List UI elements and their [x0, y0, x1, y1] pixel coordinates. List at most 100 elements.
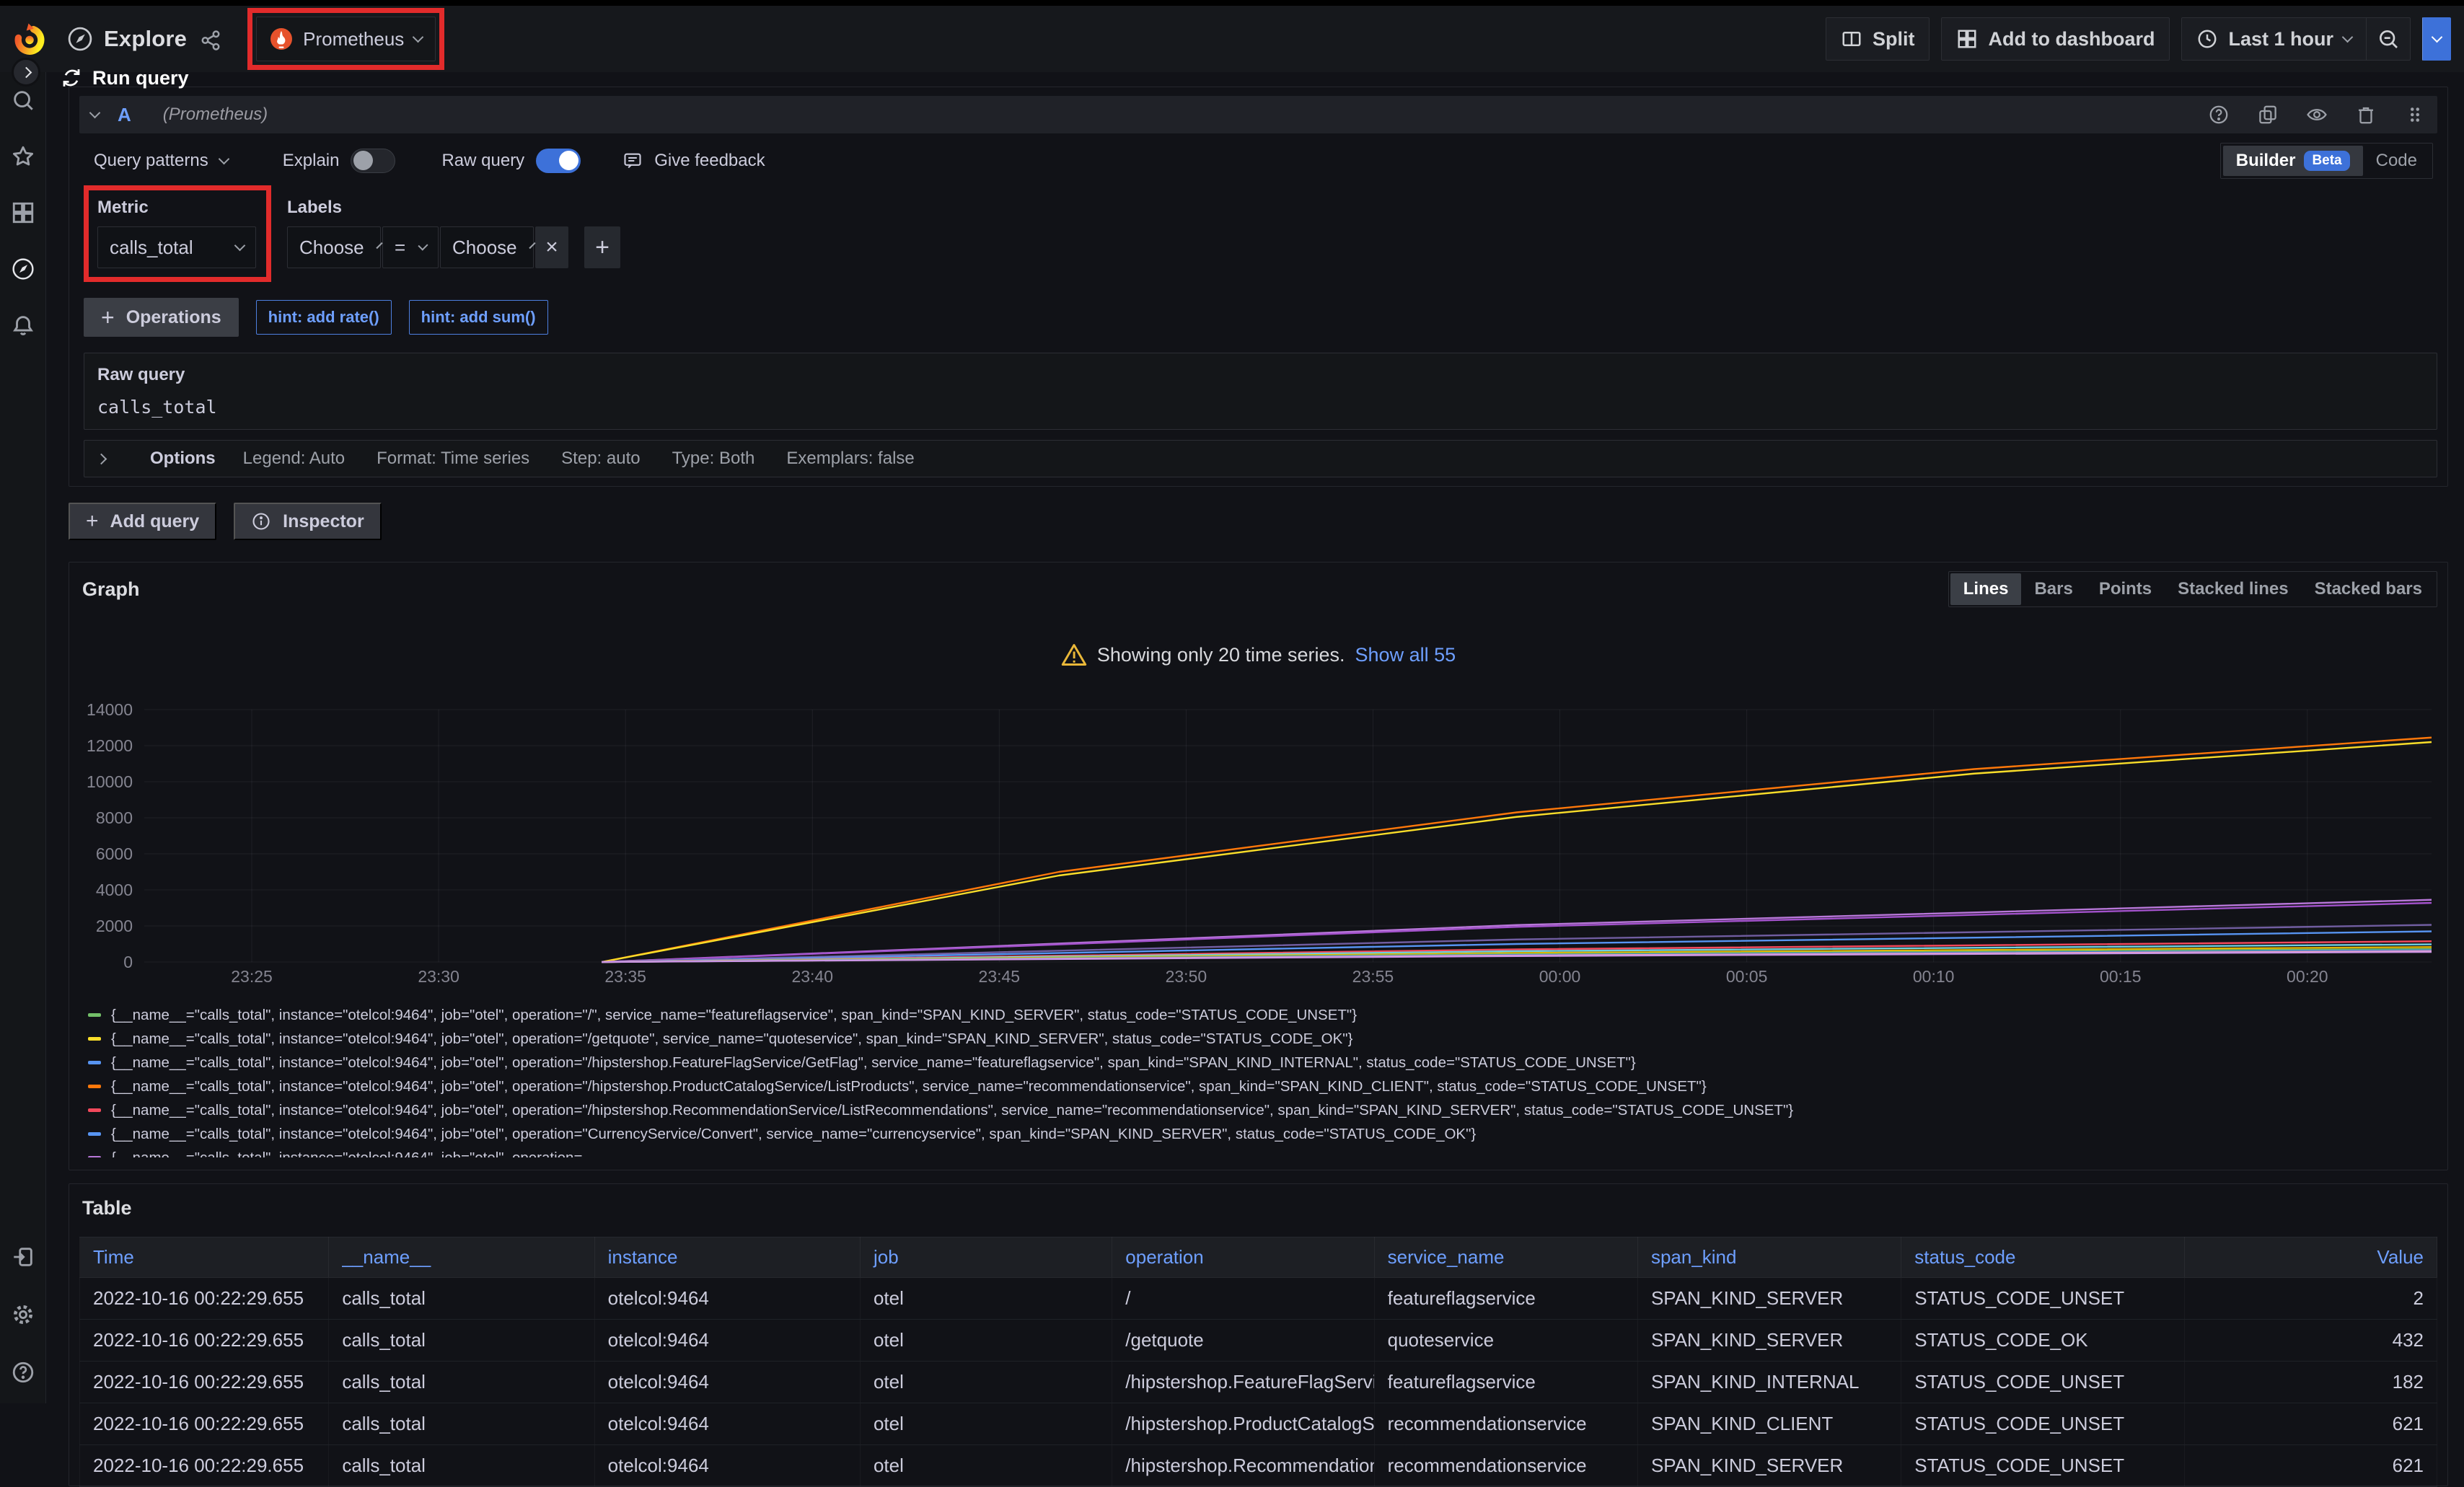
query-patterns-dropdown[interactable]: Query patterns: [94, 151, 228, 171]
split-button[interactable]: Split: [1826, 17, 1930, 61]
explore-content: A (Prometheus): [46, 72, 2464, 1403]
time-range-button[interactable]: Last 1 hour: [2182, 18, 2366, 60]
alerting-bell-icon[interactable]: [11, 313, 35, 337]
legend-item[interactable]: {__name__="calls_total", instance="otelc…: [88, 1051, 2437, 1075]
time-series-chart[interactable]: 0200040006000800010000120001400023:2523:…: [79, 688, 2437, 994]
options-label: Options: [150, 449, 216, 469]
svg-text:00:05: 00:05: [1726, 967, 1768, 986]
duplicate-query-icon[interactable]: [2257, 104, 2279, 125]
graph-mode-stacked-lines[interactable]: Stacked lines: [2165, 573, 2301, 605]
legend-item[interactable]: {__name__="calls_total", instance="otelc…: [88, 1122, 2437, 1146]
zoom-out-time-button[interactable]: [2366, 18, 2410, 60]
query-options-row[interactable]: Options Legend: AutoFormat: Time seriesS…: [84, 440, 2437, 477]
column-header-service-name[interactable]: service_name: [1374, 1237, 1637, 1278]
tab-code[interactable]: Code: [2363, 146, 2430, 176]
remove-label-button[interactable]: ×: [535, 226, 568, 268]
query-hint-button[interactable]: hint: add sum(): [409, 300, 548, 335]
add-query-button[interactable]: + Add query: [69, 503, 216, 540]
table-cell: /hipstershop.FeatureFlagServi...: [1112, 1362, 1374, 1403]
column-header--name-[interactable]: __name__: [329, 1237, 594, 1278]
tab-builder[interactable]: Builder Beta: [2223, 146, 2363, 176]
legend-item[interactable]: {__name__="calls_total", instance="otelc…: [88, 1075, 2437, 1098]
sidebar-expand-button[interactable]: [12, 58, 40, 87]
column-header-job[interactable]: job: [860, 1237, 1112, 1278]
query-help-icon[interactable]: [2208, 104, 2230, 125]
svg-text:12000: 12000: [87, 736, 133, 755]
svg-text:0: 0: [123, 953, 133, 971]
graph-style-switcher: LinesBarsPointsStacked linesStacked bars: [1948, 571, 2437, 607]
column-header-span-kind[interactable]: span_kind: [1637, 1237, 1901, 1278]
table-cell: otelcol:9464: [594, 1362, 860, 1403]
raw-query-expression: calls_total: [97, 397, 2424, 418]
graph-panel-title: Graph: [79, 574, 143, 605]
table-cell: featureflagservice: [1374, 1278, 1637, 1320]
legend-item[interactable]: {__name__="calls_total", instance="otelc…: [88, 1098, 2437, 1122]
datasource-picker[interactable]: Prometheus: [256, 17, 436, 61]
collapse-chevron-icon[interactable]: [89, 107, 101, 119]
label-value-select[interactable]: Choose: [440, 226, 534, 268]
raw-query-label: Raw query: [97, 365, 2424, 385]
graph-mode-points[interactable]: Points: [2086, 573, 2165, 605]
table-cell: SPAN_KIND_SERVER: [1637, 1320, 1901, 1362]
svg-text:23:55: 23:55: [1352, 967, 1394, 986]
starred-icon[interactable]: [11, 144, 35, 169]
table-cell: otel: [860, 1403, 1112, 1445]
grafana-logo[interactable]: [13, 22, 46, 56]
legend-label: {__name__="calls_total", instance="otelc…: [111, 1054, 1636, 1072]
column-header-instance[interactable]: instance: [594, 1237, 860, 1278]
table-cell: recommendationservice: [1374, 1445, 1637, 1487]
legend-label: {__name__="calls_total", instance="otelc…: [111, 1126, 1476, 1143]
graph-mode-stacked-bars[interactable]: Stacked bars: [2302, 573, 2435, 605]
query-hint-button[interactable]: hint: add rate(): [256, 300, 392, 335]
svg-text:00:20: 00:20: [2287, 967, 2328, 986]
legend-item[interactable]: {__name__="calls_total", instance="otelc…: [88, 1027, 2437, 1051]
label-key-select[interactable]: Choose: [287, 226, 381, 268]
table-cell: calls_total: [329, 1445, 594, 1487]
explain-toggle[interactable]: [351, 149, 395, 173]
raw-query-toggle[interactable]: [536, 149, 581, 173]
delete-query-trash-icon[interactable]: [2355, 104, 2377, 125]
column-header-status-code[interactable]: status_code: [1901, 1237, 2184, 1278]
left-sidebar: [0, 72, 46, 1403]
show-all-series-link[interactable]: Show all 55: [1355, 644, 1456, 666]
search-icon[interactable]: [11, 88, 35, 112]
dashboards-icon[interactable]: [11, 200, 35, 225]
column-header-time[interactable]: Time: [80, 1237, 329, 1278]
column-header-operation[interactable]: operation: [1112, 1237, 1374, 1278]
run-query-dropdown[interactable]: [2422, 17, 2451, 61]
settings-gear-icon[interactable]: [11, 1302, 35, 1327]
sign-in-icon[interactable]: [11, 1245, 35, 1269]
annotation-box-metric: Metric calls_total: [84, 185, 271, 282]
options-summary: Legend: AutoFormat: Time seriesStep: aut…: [243, 449, 915, 469]
svg-text:23:40: 23:40: [791, 967, 833, 986]
legend-label: {__name__="calls_total", instance="otelc…: [111, 1150, 582, 1158]
hide-query-eye-icon[interactable]: [2306, 104, 2328, 125]
help-icon[interactable]: [11, 1360, 35, 1385]
info-circle-icon: [251, 511, 271, 531]
legend-item[interactable]: {__name__="calls_total", instance="otelc…: [88, 1146, 2437, 1157]
chart-canvas[interactable]: 0200040006000800010000120001400023:2523:…: [79, 688, 2439, 991]
add-operation-button[interactable]: + Operations: [84, 298, 239, 337]
legend-item[interactable]: {__name__="calls_total", instance="otelc…: [88, 1003, 2437, 1027]
add-label-button[interactable]: +: [584, 226, 620, 268]
query-editor-panel: A (Prometheus): [69, 87, 2448, 487]
table-cell: 621: [2184, 1445, 2437, 1487]
graph-mode-bars[interactable]: Bars: [2021, 573, 2085, 605]
label-operator-select[interactable]: =: [382, 226, 439, 268]
explore-compass-icon[interactable]: [11, 257, 35, 281]
table-cell: otel: [860, 1278, 1112, 1320]
comment-icon: [622, 151, 643, 171]
column-header-value[interactable]: Value: [2184, 1237, 2437, 1278]
datasource-name: Prometheus: [303, 28, 404, 50]
drag-handle-icon[interactable]: [2404, 104, 2426, 125]
give-feedback-link[interactable]: Give feedback: [622, 151, 765, 171]
svg-text:14000: 14000: [87, 700, 133, 719]
labels-label: Labels: [287, 198, 620, 218]
graph-mode-lines[interactable]: Lines: [1950, 573, 2022, 605]
add-to-dashboard-button[interactable]: Add to dashboard: [1941, 17, 2170, 61]
share-icon[interactable]: [200, 30, 221, 51]
apps-grid-icon: [1956, 28, 1978, 50]
metric-select[interactable]: calls_total: [97, 226, 256, 268]
query-row-header[interactable]: A (Prometheus): [79, 96, 2437, 133]
inspector-button[interactable]: Inspector: [234, 503, 382, 540]
